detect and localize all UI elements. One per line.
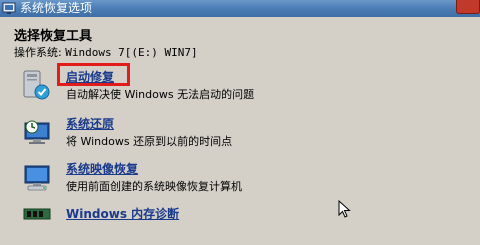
os-label: 操作系统: [14, 46, 66, 59]
os-info: 操作系统: Windows 7[(E:) WIN7] [14, 44, 198, 60]
system-restore-link[interactable]: 系统还原 [66, 115, 114, 132]
mouse-cursor-icon [338, 200, 351, 218]
tool-memory-diagnostic[interactable]: Windows 内存诊断 [14, 205, 474, 245]
startup-repair-icon [23, 70, 50, 100]
highlight-box [57, 63, 130, 86]
memory-diagnostic-link[interactable]: Windows 内存诊断 [66, 205, 179, 222]
startup-repair-description: 自动解决使 Windows 无法启动的问题 [66, 88, 255, 101]
title-bar: 系统恢复选项 [0, 0, 480, 17]
close-button[interactable] [456, 0, 480, 14]
system-restore-icon [24, 120, 50, 144]
system-image-recovery-icon [24, 165, 50, 191]
window-title: 系统恢复选项 [20, 1, 93, 15]
tool-system-image-recovery[interactable]: 系统映像恢复 使用前面创建的系统映像恢复计算机 [14, 160, 474, 200]
system-image-recovery-description: 使用前面创建的系统映像恢复计算机 [66, 180, 242, 193]
window-icon [2, 2, 16, 14]
system-restore-description: 将 Windows 还原到以前的时间点 [66, 135, 233, 148]
memory-diagnostic-icon [23, 208, 51, 220]
os-value: Windows 7[(E:) WIN7] [65, 46, 198, 59]
system-image-recovery-link[interactable]: 系统映像恢复 [66, 160, 138, 177]
page-title: 选择恢复工具 [14, 29, 93, 44]
tool-system-restore[interactable]: 系统还原 将 Windows 还原到以前的时间点 [14, 115, 474, 155]
